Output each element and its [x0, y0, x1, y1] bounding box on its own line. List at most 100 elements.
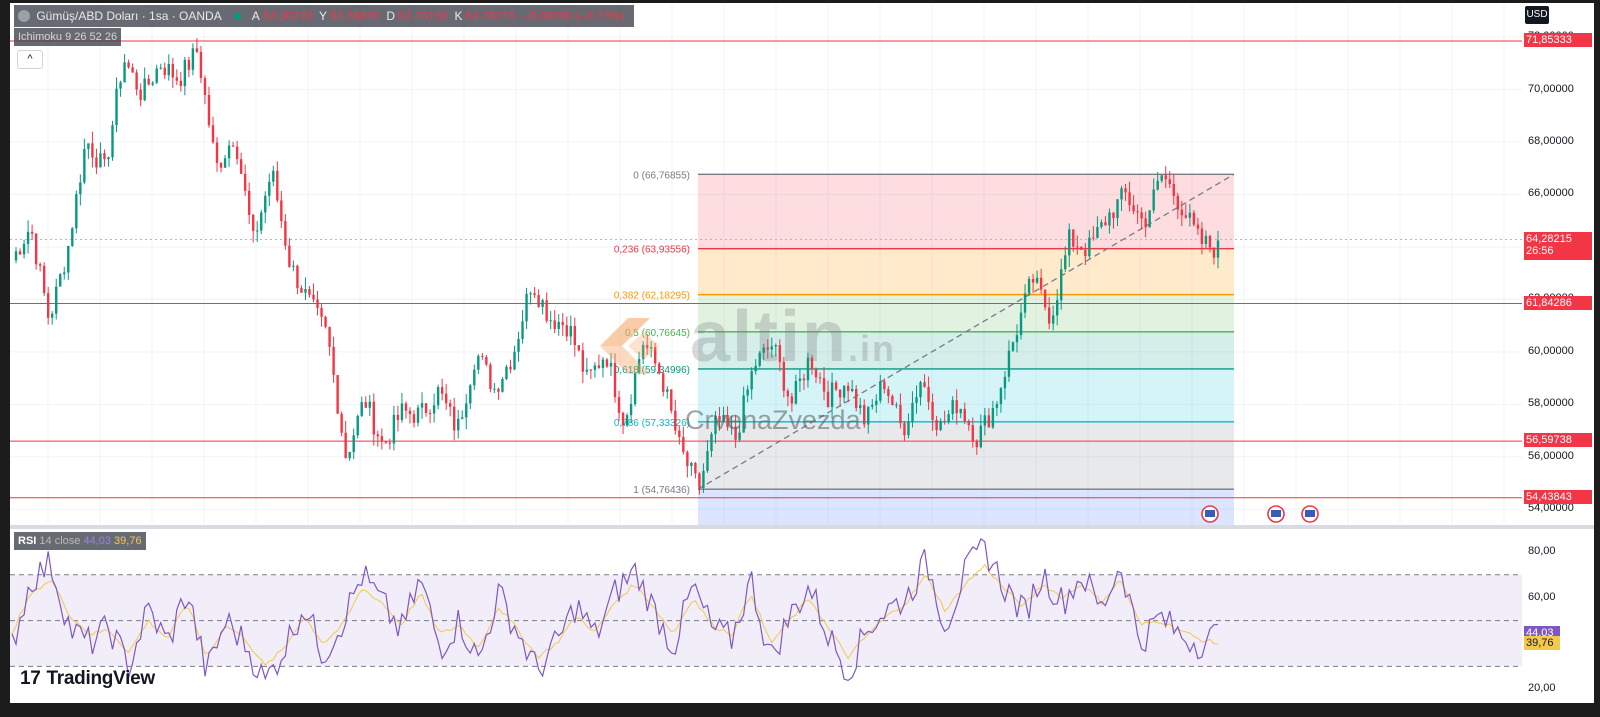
candle-body — [959, 408, 962, 414]
price-chart-svg[interactable]: 0 (66,76855) 0,236 (63,93556) 0,382 (62,18… — [10, 3, 1522, 525]
candle-body — [875, 400, 878, 405]
candle-body — [1056, 300, 1059, 316]
candle-body — [211, 125, 215, 143]
candle-body — [698, 473, 701, 488]
candle-body — [328, 326, 331, 347]
candle-body — [1128, 192, 1131, 206]
candle-body — [292, 265, 295, 267]
rsi-name: RSI — [18, 535, 37, 547]
fib-label-1: 1 (54,76436) — [633, 485, 690, 496]
rsi-chart-svg[interactable] — [10, 529, 1522, 703]
candle-body — [1136, 211, 1139, 213]
candle-body — [428, 412, 432, 414]
candle-body — [501, 379, 504, 392]
price-tick-label: 68,00000 — [1528, 135, 1574, 148]
candle-body — [497, 388, 500, 392]
candle-body — [1180, 209, 1184, 216]
symbol-name[interactable]: Gümüş/ABD Doları · 1sa · OANDA — [36, 9, 221, 23]
rsi-value: 44,03 — [83, 535, 111, 547]
candle-body — [1148, 210, 1151, 228]
candle-body — [573, 326, 576, 346]
candle-body — [1184, 215, 1188, 218]
candle-body — [424, 403, 428, 413]
candle-body — [348, 451, 351, 459]
candle-body — [919, 382, 922, 398]
rsi-axis[interactable]: 20,0040,0060,0080,0044,0339,76 — [1522, 529, 1594, 703]
price-axis[interactable]: 54,0000056,0000058,0000060,0000062,00000… — [1522, 3, 1594, 525]
candle-body — [1019, 312, 1023, 336]
fib-label-0.786: 0,786 (57,33326) — [614, 418, 690, 429]
candle-body — [1116, 199, 1119, 219]
candle-body — [368, 401, 371, 408]
candle-body — [219, 162, 223, 168]
candle-body — [533, 293, 536, 296]
candle-body — [432, 405, 436, 414]
currency-button[interactable]: USD — [1525, 6, 1549, 24]
candle-body — [1160, 175, 1163, 181]
tradingview-logo-icon: 17 — [20, 668, 41, 689]
candle-body — [485, 356, 488, 365]
candle-body — [336, 375, 339, 414]
candle-body — [107, 157, 110, 160]
candle-body — [30, 231, 34, 234]
candle-body — [927, 387, 930, 403]
us-flag-fill-icon — [1305, 510, 1315, 517]
candle-body — [549, 320, 552, 322]
candle-body — [412, 414, 416, 423]
ichimoku-indicator-label[interactable]: Ichimoku 9 26 52 26 — [14, 28, 122, 46]
candle-body — [42, 265, 46, 294]
candle-body — [1023, 293, 1027, 313]
candle-body — [1216, 240, 1220, 258]
candle-body — [465, 403, 468, 418]
candle-body — [388, 442, 392, 444]
candle-body — [979, 425, 983, 448]
candle-body — [1100, 222, 1103, 227]
candle-body — [947, 414, 950, 422]
symbol-legend[interactable]: Gümüş/ABD Doları · 1sa · OANDA A 64,30270… — [14, 5, 634, 27]
candle-body — [22, 243, 26, 255]
candle-body — [1003, 376, 1007, 389]
candle-body — [79, 182, 82, 195]
collapse-legend-button[interactable]: ^ — [17, 50, 43, 69]
candle-body — [593, 365, 597, 370]
candle-body — [332, 346, 335, 376]
candle-body — [481, 355, 484, 357]
candle-body — [489, 364, 492, 390]
rsi-legend[interactable]: RSI 14 close 44,03 39,76 — [14, 532, 146, 550]
fib-zone-1 — [698, 489, 1234, 525]
candle-body — [871, 404, 874, 407]
candle-body — [1124, 188, 1127, 193]
candle-body — [1051, 315, 1055, 324]
candle-body — [444, 393, 448, 404]
candle-body — [1196, 224, 1200, 229]
candle-body — [364, 402, 367, 408]
candle-body — [1156, 180, 1159, 190]
candle-body — [203, 78, 207, 96]
rsi-pane[interactable] — [10, 529, 1522, 703]
candle-body — [127, 62, 130, 68]
candle-body — [983, 415, 987, 426]
candle-body — [1212, 247, 1216, 258]
candle-body — [545, 300, 548, 321]
candle-body — [822, 378, 826, 392]
candle-body — [46, 293, 50, 318]
candle-body — [38, 264, 42, 266]
rsi-tick-label: 60,00 — [1528, 590, 1556, 603]
candle-body — [569, 326, 572, 337]
level-price-label: 71,85333 — [1524, 32, 1592, 47]
candle-body — [951, 400, 954, 415]
candle-body — [794, 380, 798, 404]
candle-body — [75, 194, 78, 229]
price-pane[interactable]: 0 (66,76855) 0,236 (63,93556) 0,382 (62,18… — [10, 3, 1522, 525]
candle-body — [404, 403, 408, 411]
tradingview-logo[interactable]: 17 TradingView — [20, 668, 155, 690]
low-label: D — [386, 9, 396, 23]
candle-body — [139, 89, 142, 101]
candle-body — [1064, 255, 1067, 270]
watermark-brand: altin.in — [690, 296, 896, 378]
candle-body — [256, 230, 259, 232]
candle-body — [231, 145, 235, 147]
candle-body — [670, 389, 673, 411]
candle-body — [911, 402, 914, 422]
candle-body — [838, 389, 842, 398]
